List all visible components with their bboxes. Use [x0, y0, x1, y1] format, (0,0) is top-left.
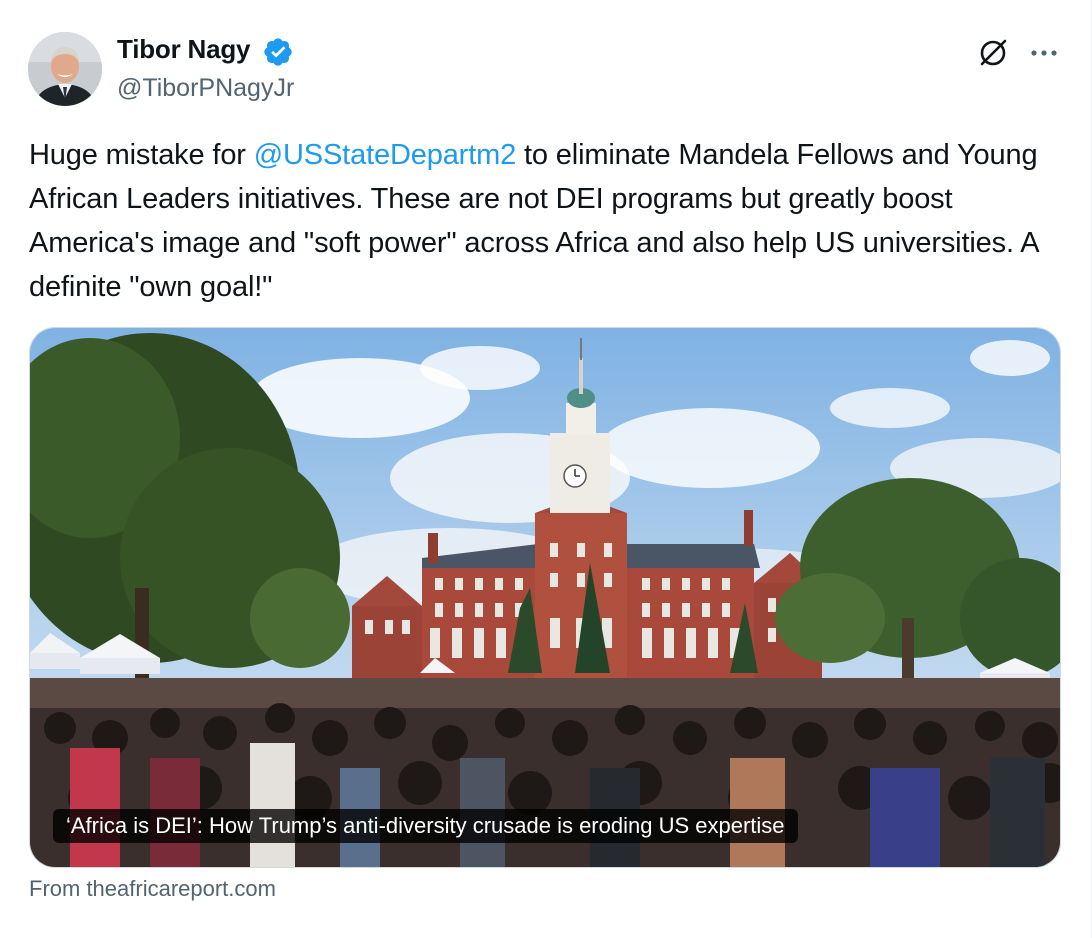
author-handle[interactable]: @TiborPNagyJr	[117, 74, 294, 103]
tweet: Tibor Nagy @TiborPNagyJr Huge mistake fo…	[0, 0, 1092, 938]
more-icon[interactable]	[1024, 34, 1064, 72]
card-source[interactable]: From theafricareport.com	[29, 876, 276, 902]
author-name[interactable]: Tibor Nagy	[117, 34, 251, 65]
link-card[interactable]: ‘Africa is DEI’: How Trump’s anti-divers…	[29, 327, 1061, 868]
tweet-text-start: Huge mistake for	[29, 139, 254, 171]
mention-link[interactable]: @USStateDepartm2	[254, 139, 517, 171]
verified-badge-icon[interactable]	[262, 36, 294, 68]
card-title[interactable]: ‘Africa is DEI’: How Trump’s anti-divers…	[53, 809, 798, 843]
card-photo	[30, 328, 1060, 867]
tweet-text: Huge mistake for @USStateDepartm2 to eli…	[29, 133, 1069, 309]
author-avatar[interactable]	[28, 32, 102, 106]
grok-icon[interactable]	[974, 34, 1012, 72]
